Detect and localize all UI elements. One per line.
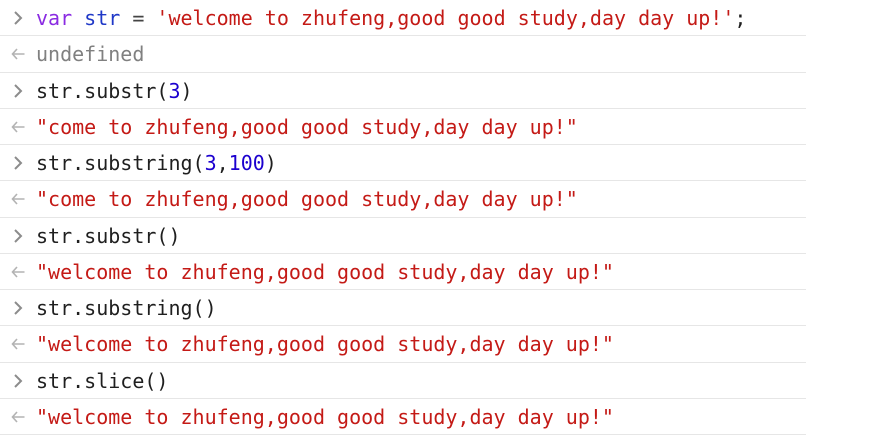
input-prompt bbox=[0, 11, 36, 25]
console-input-row: str.substr() bbox=[0, 218, 882, 255]
console-output-row: undefined bbox=[0, 36, 882, 73]
console-output-row: "welcome to zhufeng,good good study,day … bbox=[0, 399, 882, 435]
return-arrow-icon bbox=[10, 411, 24, 423]
code-token: str.substring( bbox=[36, 151, 205, 176]
code-token: str.substr() bbox=[36, 223, 181, 248]
return-arrow-icon bbox=[10, 48, 24, 60]
code-token: "come to zhufeng,good good study,day day… bbox=[36, 114, 578, 139]
console-input-row: var str = 'welcome to zhufeng,good good … bbox=[0, 0, 882, 37]
console-output-row: "welcome to zhufeng,good good study,day … bbox=[0, 254, 882, 291]
console-command[interactable]: str.slice() bbox=[36, 371, 168, 391]
chevron-right-icon bbox=[13, 83, 22, 98]
chevron-right-icon bbox=[13, 373, 22, 388]
return-arrow-icon bbox=[10, 193, 24, 205]
console-result: "come to zhufeng,good good study,day day… bbox=[36, 189, 578, 209]
input-prompt bbox=[0, 373, 36, 388]
chevron-right-icon bbox=[13, 228, 22, 243]
code-token: "come to zhufeng,good good study,day day… bbox=[36, 187, 578, 212]
console-output-row: "come to zhufeng,good good study,day day… bbox=[0, 181, 882, 218]
output-prompt bbox=[0, 47, 36, 61]
code-token: str.slice() bbox=[36, 368, 169, 393]
code-token: ; bbox=[734, 6, 747, 31]
return-arrow-icon bbox=[10, 121, 24, 133]
code-token: "welcome to zhufeng,good good study,day … bbox=[36, 332, 614, 357]
console-input-row: str.substring(3,100) bbox=[0, 145, 882, 182]
code-token: var bbox=[36, 6, 73, 31]
code-token: , bbox=[216, 151, 229, 176]
console-command[interactable]: str.substr() bbox=[36, 226, 181, 246]
chevron-right-icon bbox=[13, 11, 22, 25]
devtools-console: var str = 'welcome to zhufeng,good good … bbox=[0, 0, 882, 435]
return-arrow-icon bbox=[10, 338, 24, 350]
output-prompt bbox=[0, 410, 36, 424]
code-token: ) bbox=[264, 151, 277, 176]
code-token: 100 bbox=[228, 151, 265, 176]
chevron-right-icon bbox=[13, 156, 22, 170]
code-token: undefined bbox=[36, 42, 145, 67]
input-prompt bbox=[0, 301, 36, 315]
code-token: "welcome to zhufeng,good good study,day … bbox=[36, 404, 614, 429]
console-result: "welcome to zhufeng,good good study,day … bbox=[36, 407, 614, 427]
chevron-right-icon bbox=[13, 301, 22, 315]
output-prompt bbox=[0, 192, 36, 206]
console-result: "welcome to zhufeng,good good study,day … bbox=[36, 334, 614, 354]
input-prompt bbox=[0, 228, 36, 243]
code-token: = bbox=[120, 6, 157, 31]
code-token: 3 bbox=[168, 78, 181, 103]
console-input-row: str.slice() bbox=[0, 363, 882, 400]
console-command[interactable]: str.substr(3) bbox=[36, 81, 193, 101]
code-token: str.substr( bbox=[36, 78, 169, 103]
console-output-row: "welcome to zhufeng,good good study,day … bbox=[0, 326, 882, 363]
console-result: "come to zhufeng,good good study,day day… bbox=[36, 117, 578, 137]
code-token: ) bbox=[180, 78, 193, 103]
code-token: "welcome to zhufeng,good good study,day … bbox=[36, 259, 614, 284]
output-prompt bbox=[0, 120, 36, 134]
code-token: 3 bbox=[204, 151, 217, 176]
console-command[interactable]: str.substring() bbox=[36, 298, 217, 318]
console-result: "welcome to zhufeng,good good study,day … bbox=[36, 262, 614, 282]
code-token: str.substring() bbox=[36, 296, 217, 321]
console-command[interactable]: var str = 'welcome to zhufeng,good good … bbox=[36, 8, 746, 28]
output-prompt bbox=[0, 337, 36, 351]
code-token: str bbox=[84, 6, 121, 31]
input-prompt bbox=[0, 156, 36, 170]
output-prompt bbox=[0, 265, 36, 279]
console-command[interactable]: str.substring(3,100) bbox=[36, 153, 277, 173]
input-prompt bbox=[0, 83, 36, 98]
console-output-row: "come to zhufeng,good good study,day day… bbox=[0, 109, 882, 146]
console-result: undefined bbox=[36, 44, 144, 64]
console-input-row: str.substring() bbox=[0, 290, 882, 327]
code-token: 'welcome to zhufeng,good good study,day … bbox=[156, 6, 735, 31]
return-arrow-icon bbox=[10, 266, 24, 278]
console-input-row: str.substr(3) bbox=[0, 73, 882, 110]
